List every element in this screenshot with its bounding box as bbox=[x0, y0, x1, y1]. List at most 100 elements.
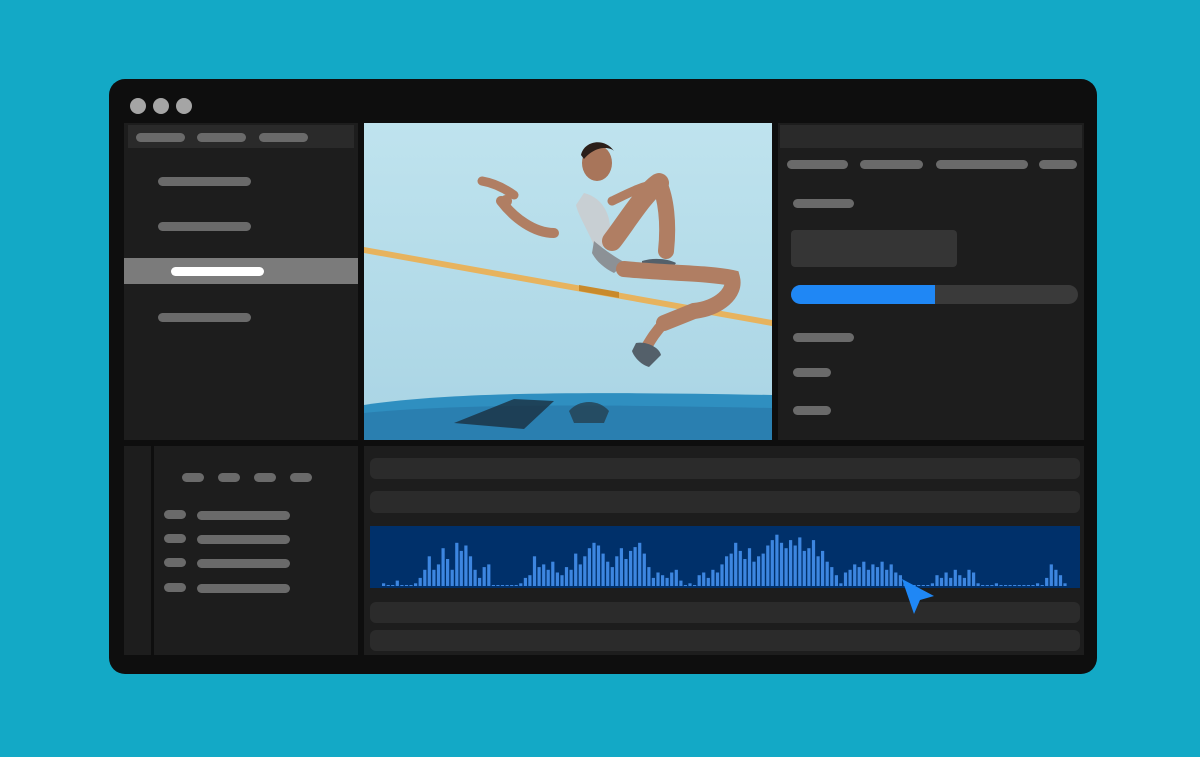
list-item-bullet bbox=[164, 583, 186, 592]
waveform-bar bbox=[551, 561, 555, 586]
waveform-bar bbox=[546, 569, 550, 586]
waveform-bar bbox=[1013, 585, 1017, 586]
window-dot-2[interactable] bbox=[153, 98, 169, 114]
waveform-bar bbox=[491, 585, 495, 586]
waveform-bar bbox=[555, 572, 559, 586]
waveform-bar bbox=[789, 540, 793, 586]
sidebar bbox=[124, 123, 358, 440]
waveform-bar bbox=[857, 567, 861, 586]
library-panel bbox=[124, 446, 358, 655]
inspector-input-box[interactable] bbox=[791, 230, 957, 267]
timeline-track-1[interactable] bbox=[370, 458, 1080, 479]
sidebar-item-2[interactable] bbox=[124, 213, 358, 239]
waveform-bar bbox=[949, 577, 953, 586]
waveform-bar bbox=[1045, 577, 1049, 586]
waveform-bar bbox=[656, 572, 660, 586]
waveform-bar bbox=[798, 537, 802, 586]
waveform-bar bbox=[972, 572, 976, 586]
waveform-bar bbox=[514, 585, 518, 586]
waveform-bar bbox=[473, 569, 477, 586]
window-dot-3[interactable] bbox=[176, 98, 192, 114]
list-item-bullet bbox=[164, 534, 186, 543]
waveform-bar bbox=[382, 583, 386, 586]
waveform-bar bbox=[487, 564, 491, 586]
waveform-bar bbox=[853, 564, 857, 586]
pointer-arrow-icon bbox=[902, 579, 934, 614]
waveform-bar bbox=[569, 569, 573, 586]
waveform-bar bbox=[834, 575, 838, 586]
waveform-bar bbox=[807, 548, 811, 586]
waveform-bar bbox=[446, 559, 450, 586]
inspector-tab-1[interactable] bbox=[787, 160, 848, 169]
list-item[interactable] bbox=[197, 559, 290, 568]
sidebar-item-1[interactable] bbox=[124, 168, 358, 194]
waveform-bar bbox=[468, 556, 473, 586]
inspector-tab-2[interactable] bbox=[860, 160, 923, 169]
waveform-bar bbox=[560, 575, 564, 586]
library-divider bbox=[151, 446, 154, 655]
timeline-track-4[interactable] bbox=[370, 602, 1080, 623]
waveform-bar bbox=[944, 572, 948, 586]
inspector-label-4 bbox=[793, 406, 831, 415]
sidebar-tab-bar bbox=[128, 125, 354, 148]
waveform-bar bbox=[537, 567, 541, 586]
video-preview[interactable] bbox=[364, 123, 772, 440]
inspector-progress-bar[interactable] bbox=[791, 285, 1078, 304]
sidebar-tab-2[interactable] bbox=[197, 133, 246, 142]
library-tool-4[interactable] bbox=[290, 473, 312, 482]
waveform-bar bbox=[999, 585, 1003, 586]
waveform-bar bbox=[871, 564, 875, 586]
library-tool-2[interactable] bbox=[218, 473, 240, 482]
waveform-bar bbox=[596, 545, 601, 586]
waveform-bar bbox=[1008, 585, 1012, 586]
sidebar-item-4[interactable] bbox=[124, 304, 358, 330]
waveform-bar bbox=[770, 540, 774, 586]
sidebar-tab-1[interactable] bbox=[136, 133, 185, 142]
waveform-bar bbox=[642, 553, 646, 586]
waveform-bar bbox=[578, 564, 582, 586]
waveform-bar bbox=[1004, 585, 1008, 586]
waveform-bar bbox=[638, 542, 642, 586]
waveform-bar bbox=[981, 585, 985, 586]
list-item[interactable] bbox=[197, 535, 290, 544]
waveform-bar bbox=[843, 572, 848, 586]
waveform-bar bbox=[478, 577, 482, 586]
waveform-bar bbox=[816, 556, 820, 586]
sidebar-item-3[interactable] bbox=[124, 258, 358, 284]
list-item[interactable] bbox=[197, 584, 290, 593]
waveform-bar bbox=[519, 583, 523, 586]
waveform-bar bbox=[459, 550, 463, 586]
waveform-bar bbox=[953, 569, 957, 586]
waveform-bar bbox=[697, 575, 701, 586]
waveform-bar bbox=[720, 564, 724, 586]
list-item-bullet bbox=[164, 558, 186, 567]
window-dot-1[interactable] bbox=[130, 98, 146, 114]
waveform-bar bbox=[967, 569, 971, 586]
waveform-bar bbox=[885, 569, 889, 586]
waveform-bar bbox=[889, 564, 893, 586]
waveform-bar bbox=[1026, 585, 1030, 586]
timeline-audio-track[interactable] bbox=[370, 526, 1080, 588]
inspector-tab-4[interactable] bbox=[1039, 160, 1077, 169]
waveform-bar bbox=[743, 559, 747, 586]
waveform-bar bbox=[1040, 585, 1044, 586]
waveform-bar bbox=[414, 583, 418, 586]
inspector-label-1 bbox=[793, 199, 854, 208]
sidebar-tab-3[interactable] bbox=[259, 133, 308, 142]
timeline-track-2[interactable] bbox=[370, 491, 1080, 513]
waveform-bar bbox=[624, 559, 628, 586]
waveform-bar bbox=[683, 585, 687, 586]
waveform-bar bbox=[610, 567, 614, 586]
waveform-bar bbox=[811, 540, 816, 586]
waveform-bar bbox=[651, 577, 655, 586]
waveform-bar bbox=[500, 585, 505, 586]
waveform-bar bbox=[1017, 585, 1021, 586]
list-item[interactable] bbox=[197, 511, 290, 520]
waveform-bar bbox=[839, 583, 843, 586]
inspector-tab-3[interactable] bbox=[936, 160, 1028, 169]
library-tool-1[interactable] bbox=[182, 473, 204, 482]
audio-waveform bbox=[382, 534, 1067, 586]
timeline-track-5[interactable] bbox=[370, 630, 1080, 651]
waveform-bar bbox=[601, 553, 605, 586]
library-tool-3[interactable] bbox=[254, 473, 276, 482]
